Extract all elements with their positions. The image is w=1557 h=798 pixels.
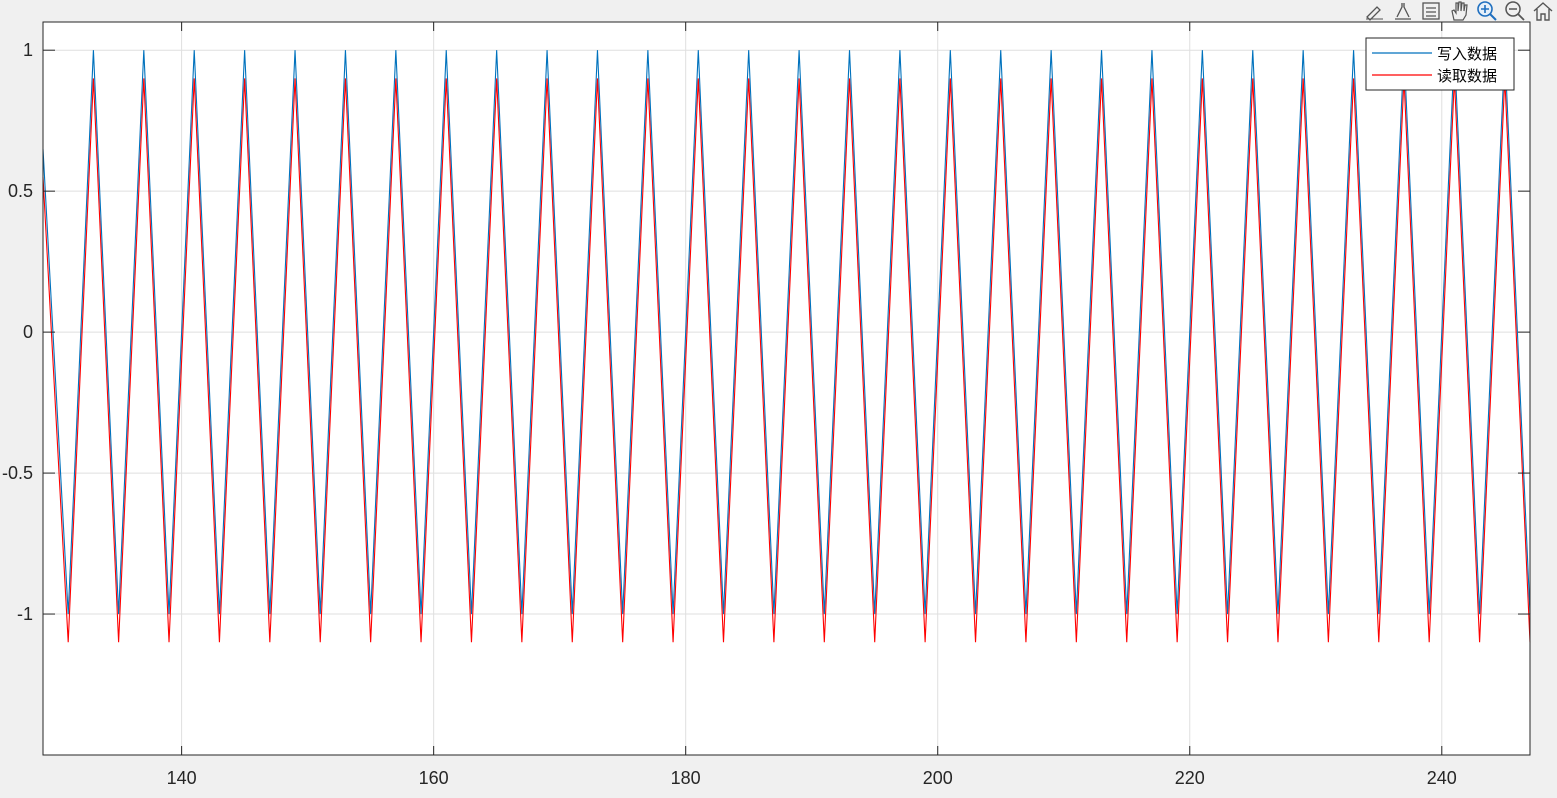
legend-icon[interactable] (1419, 0, 1443, 22)
pan-hand-icon[interactable] (1447, 0, 1471, 22)
legend-label-write-data: 写入数据 (1437, 46, 1497, 63)
line-chart: 140 160 180 200 220 240 1 0.5 0 -0.5 -1 写入数据 读取数据 (2, 21, 1531, 788)
y-tick-label: 1 (23, 40, 33, 60)
x-tick-label: 160 (419, 768, 449, 788)
legend-label-read-data: 读取数据 (1437, 68, 1497, 85)
zoom-in-icon[interactable] (1475, 0, 1499, 22)
x-tick-label: 180 (671, 768, 701, 788)
zoom-out-icon[interactable] (1503, 0, 1527, 22)
home-icon[interactable] (1531, 0, 1555, 22)
brush-icon[interactable] (1363, 0, 1387, 22)
y-tick-label: 0 (23, 322, 33, 342)
axes-toolbar (1363, 0, 1555, 22)
y-tick-labels: 1 0.5 0 -0.5 -1 (2, 40, 33, 624)
x-tick-label: 240 (1427, 768, 1457, 788)
x-tick-label: 140 (167, 768, 197, 788)
y-tick-label: -1 (17, 604, 33, 624)
x-tick-labels: 140 160 180 200 220 240 (167, 768, 1457, 788)
legend[interactable]: 写入数据 读取数据 (1365, 37, 1515, 91)
y-tick-label: -0.5 (2, 463, 33, 483)
x-tick-label: 200 (923, 768, 953, 788)
data-tips-icon[interactable] (1391, 0, 1415, 22)
x-tick-label: 220 (1175, 768, 1205, 788)
y-tick-label: 0.5 (8, 181, 33, 201)
